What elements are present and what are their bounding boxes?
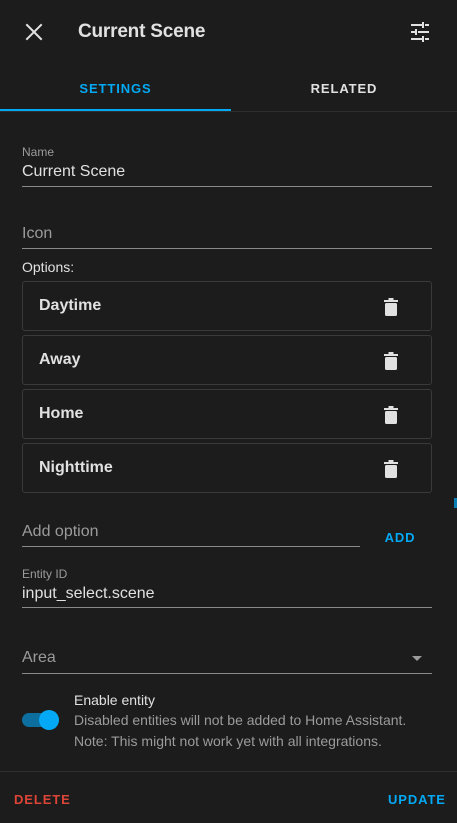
option-label: Home — [39, 405, 84, 422]
close-button[interactable] — [18, 16, 50, 48]
delete-option-button[interactable] — [378, 294, 404, 320]
entity-id-label: Entity ID — [22, 567, 68, 581]
name-field-label: Name — [22, 145, 55, 159]
options-label: Options: — [22, 259, 75, 275]
entity-id-underline — [22, 607, 432, 608]
delete-option-button[interactable] — [378, 348, 404, 374]
advanced-settings-button[interactable] — [404, 16, 436, 48]
dialog-header: Current Scene — [0, 0, 457, 64]
trash-icon — [384, 406, 398, 424]
option-label: Away — [39, 351, 81, 368]
tune-icon — [411, 22, 429, 42]
enable-entity-title: Enable entity — [74, 692, 155, 708]
area-underline — [22, 673, 432, 674]
close-icon — [25, 23, 43, 41]
trash-icon — [384, 352, 398, 370]
delete-button[interactable]: DELETE — [8, 788, 77, 810]
toggle-thumb — [39, 710, 59, 730]
area-select[interactable]: Area — [22, 649, 56, 667]
active-tab-indicator — [0, 109, 231, 111]
tab-bar: SETTINGS RELATED — [0, 64, 457, 112]
add-option-input[interactable]: Add option — [22, 523, 99, 541]
dropdown-arrow-icon[interactable] — [410, 653, 424, 663]
add-option-underline — [22, 546, 360, 547]
option-label: Nighttime — [39, 459, 113, 476]
delete-option-button[interactable] — [378, 456, 404, 482]
option-item: Home — [22, 389, 432, 439]
trash-icon — [384, 460, 398, 478]
name-field[interactable]: Current Scene — [22, 163, 125, 181]
option-item: Daytime — [22, 281, 432, 331]
enable-entity-toggle[interactable] — [22, 710, 59, 730]
dialog-title: Current Scene — [78, 21, 206, 42]
icon-field[interactable]: Icon — [22, 225, 52, 243]
name-field-underline — [22, 186, 432, 187]
option-item: Away — [22, 335, 432, 385]
enable-entity-note: Note: This might not work yet with all i… — [74, 733, 382, 749]
enable-entity-description: Disabled entities will not be added to H… — [74, 712, 407, 728]
tab-related[interactable]: RELATED — [231, 64, 457, 112]
dialog-footer: DELETE UPDATE — [0, 771, 457, 823]
option-label: Daytime — [39, 297, 102, 314]
delete-option-button[interactable] — [378, 402, 404, 428]
trash-icon — [384, 298, 398, 316]
add-option-button[interactable]: ADD — [380, 524, 420, 550]
option-item: Nighttime — [22, 443, 432, 493]
update-button[interactable]: UPDATE — [382, 788, 452, 810]
icon-field-underline — [22, 248, 432, 249]
entity-id-field[interactable]: input_select.scene — [22, 585, 155, 603]
tab-settings[interactable]: SETTINGS — [0, 64, 231, 112]
